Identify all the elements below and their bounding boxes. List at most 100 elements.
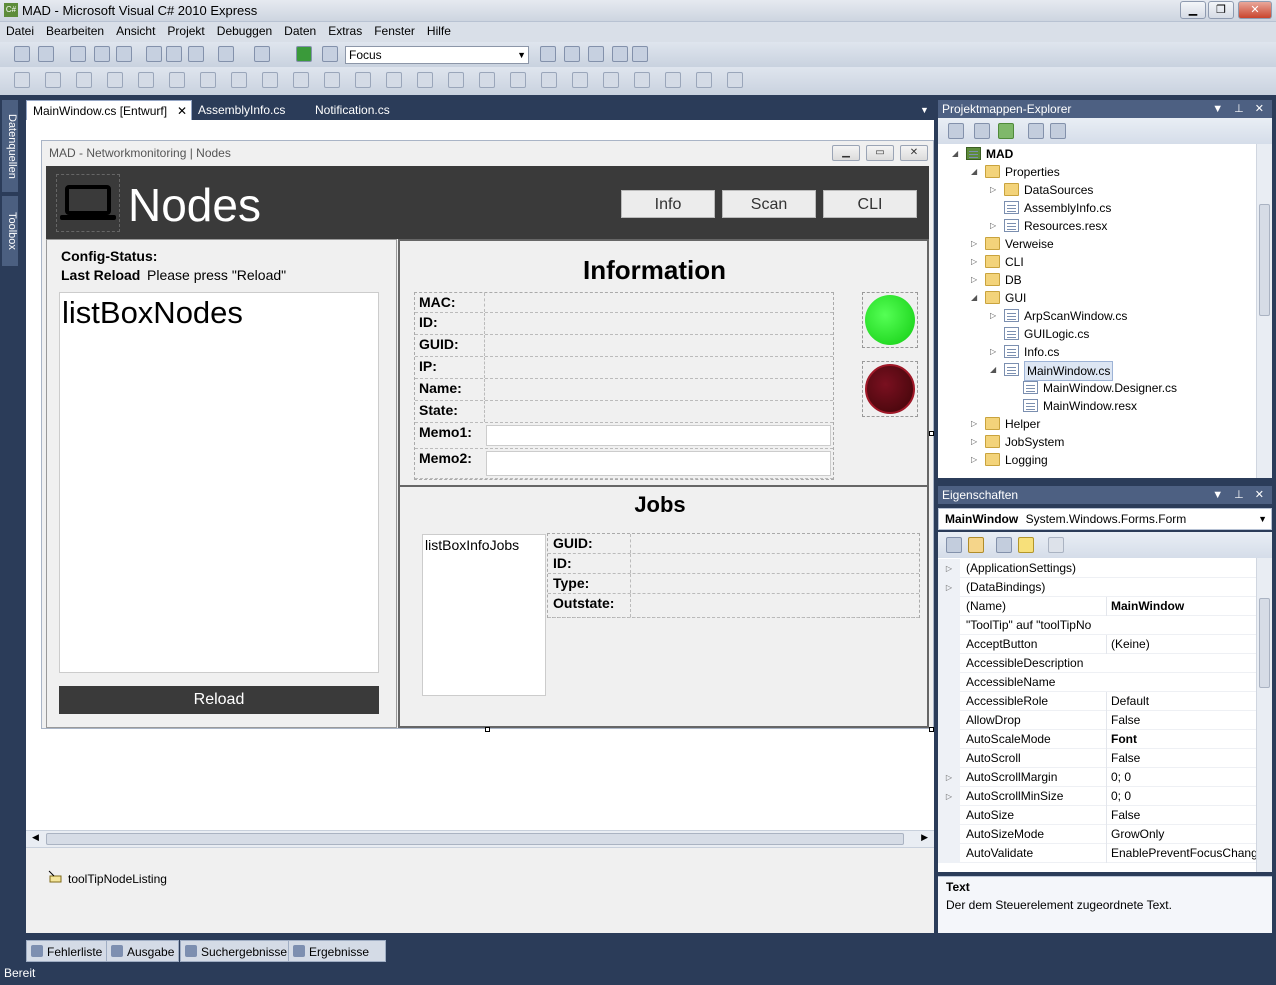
find-in-files-icon[interactable] — [540, 46, 556, 62]
bring-front-icon[interactable] — [665, 72, 681, 88]
scroll-thumb[interactable] — [46, 833, 904, 845]
align-lefts-icon[interactable] — [45, 72, 61, 88]
object-browser-icon[interactable] — [632, 46, 648, 62]
panel-controls[interactable]: ▼ ⊥ ✕ — [1212, 100, 1268, 118]
vspacing-decrease-icon[interactable] — [541, 72, 557, 88]
align-tops-icon[interactable] — [138, 72, 154, 88]
cli-button[interactable]: CLI — [823, 190, 917, 218]
reload-button[interactable]: Reload — [59, 686, 379, 714]
copy-icon[interactable] — [166, 46, 182, 62]
scroll-thumb[interactable] — [1259, 598, 1270, 688]
properties-object-selector[interactable]: MainWindow System.Windows.Forms.Form ▼ — [938, 508, 1272, 530]
scroll-thumb[interactable] — [1259, 204, 1270, 316]
menu-item-daten[interactable]: Daten — [278, 22, 322, 40]
property-row[interactable]: AutoScroll False — [938, 749, 1256, 768]
vspacing-increase-icon[interactable] — [510, 72, 526, 88]
collapse-icon[interactable]: ◢ — [971, 163, 981, 181]
designed-form[interactable]: MAD - Networkmonitoring | Nodes ▁ ▭ ✕ No… — [41, 140, 934, 729]
center-horizontal-icon[interactable] — [603, 72, 619, 88]
restore-button[interactable]: ❐ — [1208, 1, 1234, 19]
start-debug-icon[interactable] — [296, 46, 312, 62]
property-row[interactable]: AutoScaleMode Font — [938, 730, 1256, 749]
memo-input[interactable] — [486, 425, 831, 446]
property-value[interactable]: Default — [1106, 692, 1256, 711]
tree-scrollbar[interactable] — [1256, 144, 1272, 478]
expand-icon[interactable]: ▷ — [971, 271, 981, 289]
show-all-files-icon[interactable] — [974, 123, 990, 139]
scroll-left-icon[interactable]: ◀ — [32, 832, 39, 843]
resize-handle[interactable] — [929, 727, 934, 732]
property-value[interactable]: 0; 0 — [1106, 768, 1256, 787]
expand-icon[interactable]: ▷ — [971, 451, 981, 469]
open-icon[interactable] — [70, 46, 86, 62]
tooltip-component[interactable]: toolTipNodeListing — [68, 872, 167, 886]
property-row[interactable]: AutoSizeMode GrowOnly — [938, 825, 1256, 844]
scan-button[interactable]: Scan — [722, 190, 816, 218]
propgrid-scrollbar[interactable] — [1256, 558, 1272, 872]
property-value[interactable]: MainWindow — [1106, 597, 1256, 616]
property-value[interactable]: Font — [1106, 730, 1256, 749]
alphabetical-icon[interactable] — [968, 537, 984, 553]
resize-handle[interactable] — [929, 431, 934, 436]
panel-controls[interactable]: ▼ ⊥ ✕ — [1212, 486, 1268, 504]
property-row[interactable]: AccessibleName — [938, 673, 1256, 692]
close-button[interactable]: ✕ — [1238, 1, 1272, 19]
property-pages-icon[interactable] — [1048, 537, 1064, 553]
property-row[interactable]: AcceptButton (Keine) — [938, 635, 1256, 654]
property-row[interactable]: ▷ AutoScrollMargin 0; 0 — [938, 768, 1256, 787]
toolbox-icon[interactable] — [612, 46, 628, 62]
refresh-icon[interactable] — [998, 123, 1014, 139]
property-row[interactable]: ▷ (ApplicationSettings) — [938, 559, 1256, 578]
close-icon[interactable]: ✕ — [177, 101, 187, 121]
property-row[interactable]: ▷ AutoScrollMinSize 0; 0 — [938, 787, 1256, 806]
properties-window-icon[interactable] — [588, 46, 604, 62]
hspacing-equal-icon[interactable] — [355, 72, 371, 88]
expand-icon[interactable]: ▷ — [971, 235, 981, 253]
expand-icon[interactable]: ▷ — [990, 217, 1000, 235]
expand-icon[interactable]: ▷ — [938, 768, 960, 787]
minimize-button[interactable]: ▁ — [1180, 1, 1206, 19]
nodes-listbox[interactable]: listBoxNodes — [59, 292, 379, 673]
property-row[interactable]: "ToolTip" auf "toolTipNo — [938, 616, 1256, 635]
menu-item-fenster[interactable]: Fenster — [368, 22, 421, 40]
size-to-grid-icon[interactable] — [324, 72, 340, 88]
align-middles-icon[interactable] — [169, 72, 185, 88]
property-value[interactable]: False — [1106, 711, 1256, 730]
property-row[interactable]: (Name) MainWindow — [938, 597, 1256, 616]
menu-item-extras[interactable]: Extras — [322, 22, 368, 40]
designer-hscrollbar[interactable]: ◀ ▶ — [26, 830, 934, 847]
redo-icon[interactable] — [254, 46, 270, 62]
send-back-icon[interactable] — [696, 72, 712, 88]
form-close-button[interactable]: ✕ — [900, 145, 928, 161]
form-maximize-button[interactable]: ▭ — [866, 145, 894, 161]
form-minimize-button[interactable]: ▁ — [832, 145, 860, 161]
expand-icon[interactable]: ▷ — [938, 787, 960, 806]
menu-item-ansicht[interactable]: Ansicht — [110, 22, 161, 40]
resize-handle[interactable] — [485, 727, 490, 732]
menu-item-hilfe[interactable]: Hilfe — [421, 22, 457, 40]
cut-icon[interactable] — [146, 46, 162, 62]
property-value[interactable]: GrowOnly — [1106, 825, 1256, 844]
tab-search-results[interactable]: Suchergebnisse — [180, 940, 293, 962]
view-code-icon[interactable] — [1028, 123, 1044, 139]
expand-icon[interactable]: ▷ — [971, 415, 981, 433]
tab-assemblyinfo[interactable]: AssemblyInfo.cs — [192, 100, 291, 120]
datenquellen-tab[interactable]: Datenquellen — [2, 100, 18, 192]
find-combo[interactable]: Focus ▼ — [345, 46, 529, 64]
save-icon[interactable] — [94, 46, 110, 62]
expand-icon[interactable]: ▷ — [990, 307, 1000, 325]
scroll-right-icon[interactable]: ▶ — [921, 832, 928, 843]
collapse-icon[interactable]: ◢ — [971, 289, 981, 307]
align-rights-icon[interactable] — [107, 72, 123, 88]
tab-dropdown-icon[interactable]: ▼ — [914, 100, 935, 120]
property-row[interactable]: AllowDrop False — [938, 711, 1256, 730]
save-all-icon[interactable] — [116, 46, 132, 62]
memo-input[interactable] — [486, 451, 831, 476]
hspacing-increase-icon[interactable] — [386, 72, 402, 88]
property-value[interactable]: EnablePreventFocusChange — [1106, 844, 1256, 863]
menu-item-debuggen[interactable]: Debuggen — [211, 22, 278, 40]
tab-mainwindow-designer[interactable]: MainWindow.cs [Entwurf] ✕ — [26, 100, 192, 120]
hspacing-decrease-icon[interactable] — [417, 72, 433, 88]
categorized-icon[interactable] — [946, 537, 962, 553]
tab-symbol-results[interactable]: Ergebnisse der Symbolsuche — [288, 940, 387, 981]
